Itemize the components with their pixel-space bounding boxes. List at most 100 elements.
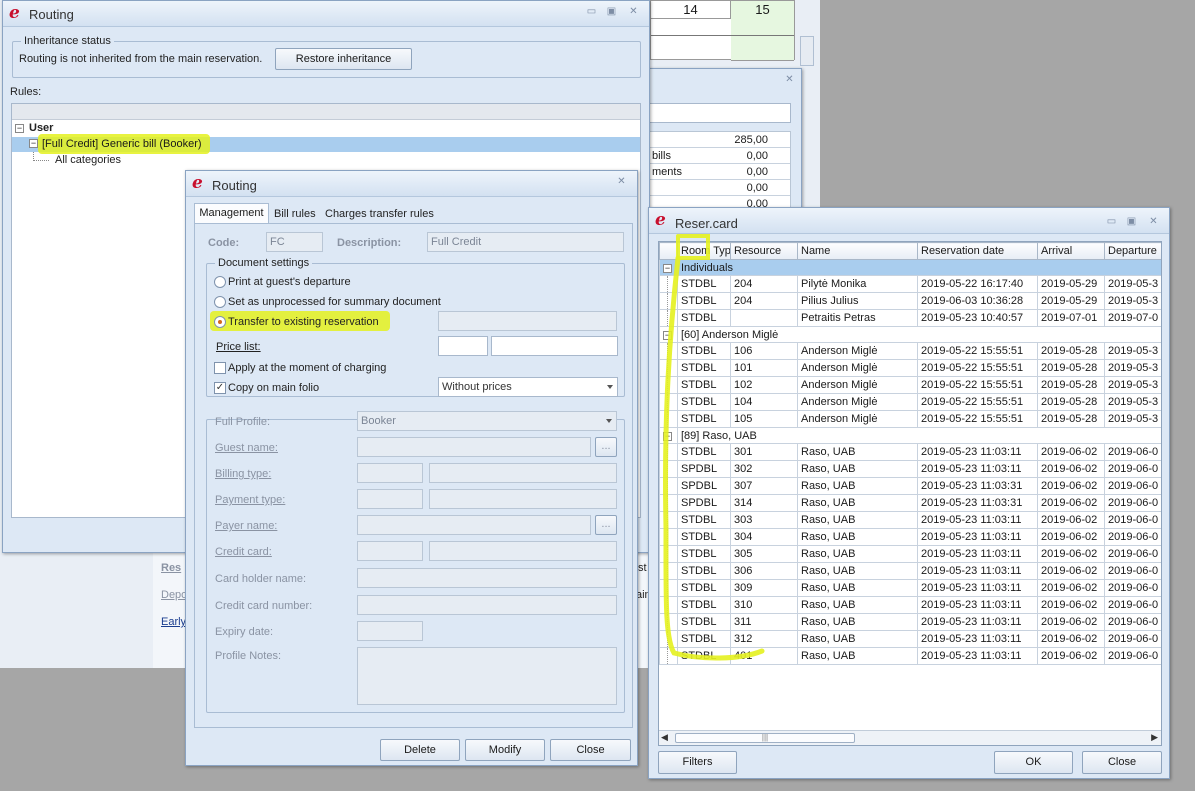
table-cell: 2019-05-3 xyxy=(1104,359,1161,377)
filters-button[interactable]: Filters xyxy=(658,751,737,774)
payer-name-field[interactable] xyxy=(357,515,591,535)
print-departure-radio[interactable] xyxy=(214,276,226,288)
table-cell: 2019-06-02 xyxy=(1037,477,1105,495)
tree-root-user[interactable]: User xyxy=(29,122,53,134)
full-profile-label: Full Profile: xyxy=(215,416,271,428)
table-cell: Raso, UAB xyxy=(797,647,918,665)
rules-label: Rules: xyxy=(10,86,42,98)
price-list-name-field[interactable] xyxy=(491,336,618,356)
card-number-field[interactable] xyxy=(357,595,617,615)
tab-bill-rules[interactable]: Bill rules xyxy=(274,208,316,220)
table-cell: Anderson Miglė xyxy=(797,342,918,360)
modify-button[interactable]: Modify xyxy=(465,739,545,761)
bg-scrollbar[interactable] xyxy=(800,36,814,66)
apply-charging-checkbox[interactable] xyxy=(214,362,226,374)
table-cell: 2019-05-23 11:03:31 xyxy=(917,494,1038,512)
scroll-thumb[interactable]: ||| xyxy=(675,733,855,743)
unprocessed-radio[interactable] xyxy=(214,296,226,308)
table-cell: 2019-05-3 xyxy=(1104,342,1161,360)
table-cell: 2019-06-02 xyxy=(1037,579,1105,597)
description-field[interactable]: Full Credit xyxy=(427,232,624,252)
tree-item-all-categories[interactable]: All categories xyxy=(55,154,121,166)
scroll-left-icon[interactable]: ◀ xyxy=(661,732,668,743)
transfer-reservation-field[interactable] xyxy=(438,311,617,331)
transfer-reservation-radio[interactable] xyxy=(214,316,226,328)
tab-charges-transfer-rules[interactable]: Charges transfer rules xyxy=(325,208,434,220)
ok-button[interactable]: OK xyxy=(994,751,1073,774)
table-cell: 2019-06-0 xyxy=(1104,613,1161,631)
table-cell: 2019-07-01 xyxy=(1037,309,1105,327)
close-button[interactable]: Close xyxy=(1082,751,1162,774)
payment-type-code-field[interactable] xyxy=(357,489,423,509)
bg-field[interactable] xyxy=(649,103,791,123)
bg-dep-label: Depo xyxy=(161,589,188,601)
credit-card-name-field[interactable] xyxy=(429,541,617,561)
price-list-code-field[interactable] xyxy=(438,336,488,356)
profile-notes-field[interactable] xyxy=(357,647,617,705)
copy-main-folio-label: Copy on main folio xyxy=(228,382,320,394)
table-cell: 2019-06-02 xyxy=(1037,545,1105,563)
table-cell: 2019-05-28 xyxy=(1037,376,1105,394)
maximize-icon[interactable]: ▣ xyxy=(606,7,617,17)
table-cell: Anderson Miglė xyxy=(797,410,918,428)
column-header-name[interactable]: Name xyxy=(797,242,918,260)
bg-sum-0: 285,00 xyxy=(650,132,790,148)
table-cell: 2019-06-0 xyxy=(1104,562,1161,580)
column-header-reservation-date[interactable]: Reservation date xyxy=(917,242,1038,260)
table-cell: 2019-06-02 xyxy=(1037,630,1105,648)
column-header-arrival[interactable]: Arrival xyxy=(1037,242,1105,260)
full-profile-select[interactable]: Booker xyxy=(357,411,617,431)
table-cell: Raso, UAB xyxy=(797,579,918,597)
maximize-icon[interactable]: ▣ xyxy=(1126,217,1137,227)
table-cell: 2019-05-23 11:03:11 xyxy=(917,562,1038,580)
expiry-date-field[interactable] xyxy=(357,621,423,641)
collapse-icon[interactable]: − xyxy=(29,139,38,148)
code-field[interactable]: FC xyxy=(266,232,323,252)
column-header-departure[interactable]: Departure xyxy=(1104,242,1161,260)
close-icon[interactable]: ✕ xyxy=(628,7,639,17)
table-cell: 2019-06-02 xyxy=(1037,443,1105,461)
delete-button[interactable]: Delete xyxy=(380,739,460,761)
table-cell: 2019-05-28 xyxy=(1037,393,1105,411)
routing-dialog-titlebar: e Routing ✕ xyxy=(186,171,637,197)
billing-type-name-field[interactable] xyxy=(429,463,617,483)
copy-prices-select[interactable]: Without prices xyxy=(438,377,618,397)
collapse-icon[interactable]: − xyxy=(15,124,24,133)
table-cell: 2019-06-02 xyxy=(1037,613,1105,631)
table-cell: 2019-06-02 xyxy=(1037,528,1105,546)
table-cell: 2019-05-23 11:03:11 xyxy=(917,528,1038,546)
tab-management[interactable]: Management xyxy=(194,203,269,224)
table-cell: 2019-06-0 xyxy=(1104,596,1161,614)
guest-name-browse-button[interactable]: ... xyxy=(595,437,617,457)
copy-main-folio-checkbox[interactable]: ✓ xyxy=(214,382,226,394)
tree-connector xyxy=(33,152,49,161)
description-label: Description: xyxy=(337,237,402,249)
bg-sum-1: 0,00 xyxy=(746,150,768,162)
payment-type-name-field[interactable] xyxy=(429,489,617,509)
bg-col-14: 14 xyxy=(651,1,731,19)
guest-name-field[interactable] xyxy=(357,437,591,457)
tree-item-full-credit[interactable]: [Full Credit] Generic bill (Booker) xyxy=(42,138,202,150)
card-holder-field[interactable] xyxy=(357,568,617,588)
payer-name-browse-button[interactable]: ... xyxy=(595,515,617,535)
close-icon[interactable]: ✕ xyxy=(784,75,795,85)
tree-header xyxy=(12,104,640,120)
chevron-down-icon xyxy=(607,385,613,389)
minimize-icon[interactable]: ▭ xyxy=(1106,217,1117,227)
minimize-icon[interactable]: ▭ xyxy=(586,7,597,17)
table-cell: 2019-05-23 11:03:11 xyxy=(917,579,1038,597)
close-button[interactable]: Close xyxy=(550,739,631,761)
bg-early-link[interactable]: Early xyxy=(161,616,186,628)
credit-card-code-field[interactable] xyxy=(357,541,423,561)
horizontal-scrollbar[interactable]: ◀ ||| ▶ xyxy=(659,730,1161,745)
table-cell: 2019-05-3 xyxy=(1104,376,1161,394)
billing-type-code-field[interactable] xyxy=(357,463,423,483)
table-cell: 2019-05-3 xyxy=(1104,292,1161,310)
scroll-right-icon[interactable]: ▶ xyxy=(1151,732,1158,743)
table-cell: Raso, UAB xyxy=(797,477,918,495)
table-cell: 2019-05-29 xyxy=(1037,275,1105,293)
restore-inheritance-button[interactable]: Restore inheritance xyxy=(275,48,412,70)
close-icon[interactable]: ✕ xyxy=(1148,217,1159,227)
table-cell: 2019-05-3 xyxy=(1104,393,1161,411)
close-icon[interactable]: ✕ xyxy=(616,177,627,187)
